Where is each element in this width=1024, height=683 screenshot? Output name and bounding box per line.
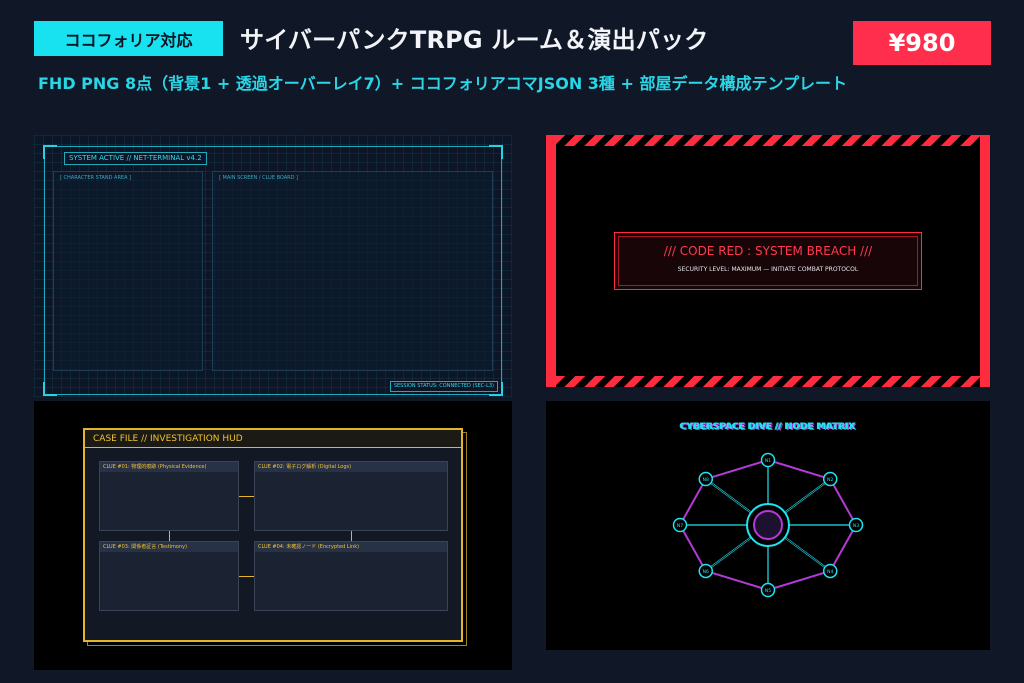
node-network-diagram: N1 N2 N3 N4 N5 N6 N7 N8 <box>672 452 864 598</box>
node-label: N4 <box>827 569 833 575</box>
ring-link <box>705 459 769 480</box>
clue-label: CLUE #02: 電子ログ解析 (Digital Logs) <box>255 462 447 472</box>
node-label: N1 <box>765 458 771 464</box>
frame-corner <box>489 145 503 159</box>
product-description: FHD PNG 8点（背景1 + 透過オーバーレイ7）+ ココフォリアコマJSO… <box>38 74 847 93</box>
frame-corner <box>43 145 57 159</box>
frame-corner <box>43 382 57 396</box>
alert-border <box>546 135 556 387</box>
hazard-stripe <box>546 135 990 146</box>
clue-connector <box>239 496 254 497</box>
clue-label: CLUE #01: 物理的痕跡 (Physical Evidence) <box>100 462 238 472</box>
character-stand-area: [ CHARACTER STAND AREA ] <box>53 171 203 371</box>
compatibility-badge: ココフォリア対応 <box>34 21 223 56</box>
hud-frame: CASE FILE // INVESTIGATION HUD CLUE #01:… <box>83 428 463 642</box>
hub-core <box>753 510 783 540</box>
node-label: N6 <box>703 569 709 575</box>
node-label: N7 <box>677 523 683 529</box>
ring-link <box>829 524 857 572</box>
hud-header: CASE FILE // INVESTIGATION HUD <box>85 430 461 448</box>
preview-terminal-background: SYSTEM ACTIVE // NET-TERMINAL v4.2 [ CHA… <box>34 135 512 397</box>
clue-card: CLUE #04: 未確認ノード (Encrypted Link) <box>254 541 448 611</box>
alert-subtitle: SECURITY LEVEL: MAXIMUM — INITIATE COMBA… <box>677 266 859 273</box>
ring-link <box>829 478 857 526</box>
price-tag: ¥980 <box>853 21 991 65</box>
node-label: N2 <box>827 477 833 483</box>
clue-card: CLUE #02: 電子ログ解析 (Digital Logs) <box>254 461 448 531</box>
clue-card: CLUE #01: 物理的痕跡 (Physical Evidence) <box>99 461 239 531</box>
node-label: N8 <box>703 477 709 483</box>
ring-link <box>679 524 707 572</box>
clue-card: CLUE #03: 関係者証言 (Testimony) <box>99 541 239 611</box>
preview-node-matrix: CYBERSPACE DIVE // NODE MATRIX N1 N2 N3 N4 N… <box>546 401 990 650</box>
product-title: サイバーパンクTRPG ルーム＆演出パック <box>240 26 709 54</box>
clue-connector <box>351 531 352 541</box>
preview-alert-overlay: /// CODE RED : SYSTEM BREACH /// SECURIT… <box>546 135 990 387</box>
area-label: [ MAIN SCREEN / CLUE BOARD ] <box>219 175 299 181</box>
preview-investigation-hud: CASE FILE // INVESTIGATION HUD CLUE #01:… <box>34 401 512 670</box>
ring-link <box>679 478 707 526</box>
main-screen-area: [ MAIN SCREEN / CLUE BOARD ] <box>212 171 493 371</box>
node-label: N3 <box>853 523 859 529</box>
alert-title: /// CODE RED : SYSTEM BREACH /// <box>663 244 873 258</box>
node-label: N5 <box>765 588 771 594</box>
ring-link <box>705 570 769 591</box>
clue-connector <box>169 531 170 541</box>
alert-border <box>980 135 990 387</box>
area-label: [ CHARACTER STAND AREA ] <box>60 175 132 181</box>
ring-link <box>767 570 831 591</box>
clue-label: CLUE #03: 関係者証言 (Testimony) <box>100 542 238 552</box>
alert-box: /// CODE RED : SYSTEM BREACH /// SECURIT… <box>614 232 922 290</box>
hazard-stripe <box>546 376 990 387</box>
ring-link <box>767 459 831 480</box>
session-status: SESSION STATUS: CONNECTED (SEC-L3) <box>389 381 498 392</box>
system-tag: SYSTEM ACTIVE // NET-TERMINAL v4.2 <box>64 152 207 165</box>
clue-label: CLUE #04: 未確認ノード (Encrypted Link) <box>255 542 447 552</box>
clue-connector <box>239 576 254 577</box>
